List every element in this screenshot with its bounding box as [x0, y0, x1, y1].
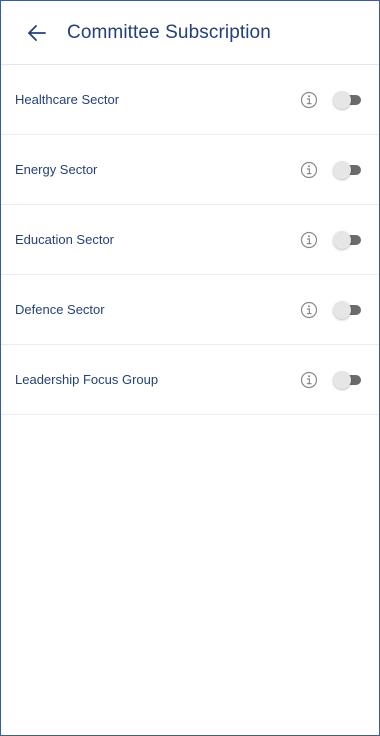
item-controls: [299, 230, 361, 250]
item-controls: [299, 90, 361, 110]
toggle-thumb: [333, 300, 351, 319]
list-item-education-sector: Education Sector: [1, 205, 379, 275]
toggle-thumb: [333, 230, 351, 249]
item-controls: [299, 370, 361, 390]
back-button[interactable]: [13, 9, 61, 57]
list-item-energy-sector: Energy Sector: [1, 135, 379, 205]
subscription-toggle[interactable]: [333, 370, 361, 389]
subscription-toggle[interactable]: [333, 160, 361, 179]
committee-list: Healthcare Sector Energy Sector Educatio…: [1, 65, 379, 415]
list-item-leadership-focus-group: Leadership Focus Group: [1, 345, 379, 415]
info-icon[interactable]: [299, 160, 319, 180]
info-icon[interactable]: [299, 300, 319, 320]
arrow-left-icon: [28, 24, 46, 41]
list-item-defence-sector: Defence Sector: [1, 275, 379, 345]
item-label: Education Sector: [15, 232, 115, 247]
app-bar: Committee Subscription: [1, 1, 379, 65]
list-item-healthcare-sector: Healthcare Sector: [1, 65, 379, 135]
info-icon[interactable]: [299, 230, 319, 250]
subscription-toggle[interactable]: [333, 300, 361, 319]
item-label: Leadership Focus Group: [15, 372, 159, 387]
toggle-thumb: [333, 370, 351, 389]
info-icon[interactable]: [299, 90, 319, 110]
item-controls: [299, 160, 361, 180]
screen: Committee Subscription Healthcare Sector: [0, 0, 380, 736]
subscription-toggle[interactable]: [333, 230, 361, 249]
toggle-thumb: [333, 160, 351, 179]
toggle-thumb: [333, 90, 351, 109]
item-controls: [299, 300, 361, 320]
item-label: Healthcare Sector: [15, 92, 120, 107]
info-icon[interactable]: [299, 370, 319, 390]
page-title: Committee Subscription: [67, 21, 271, 43]
subscription-toggle[interactable]: [333, 90, 361, 109]
item-label: Energy Sector: [15, 162, 98, 177]
item-label: Defence Sector: [15, 302, 105, 317]
